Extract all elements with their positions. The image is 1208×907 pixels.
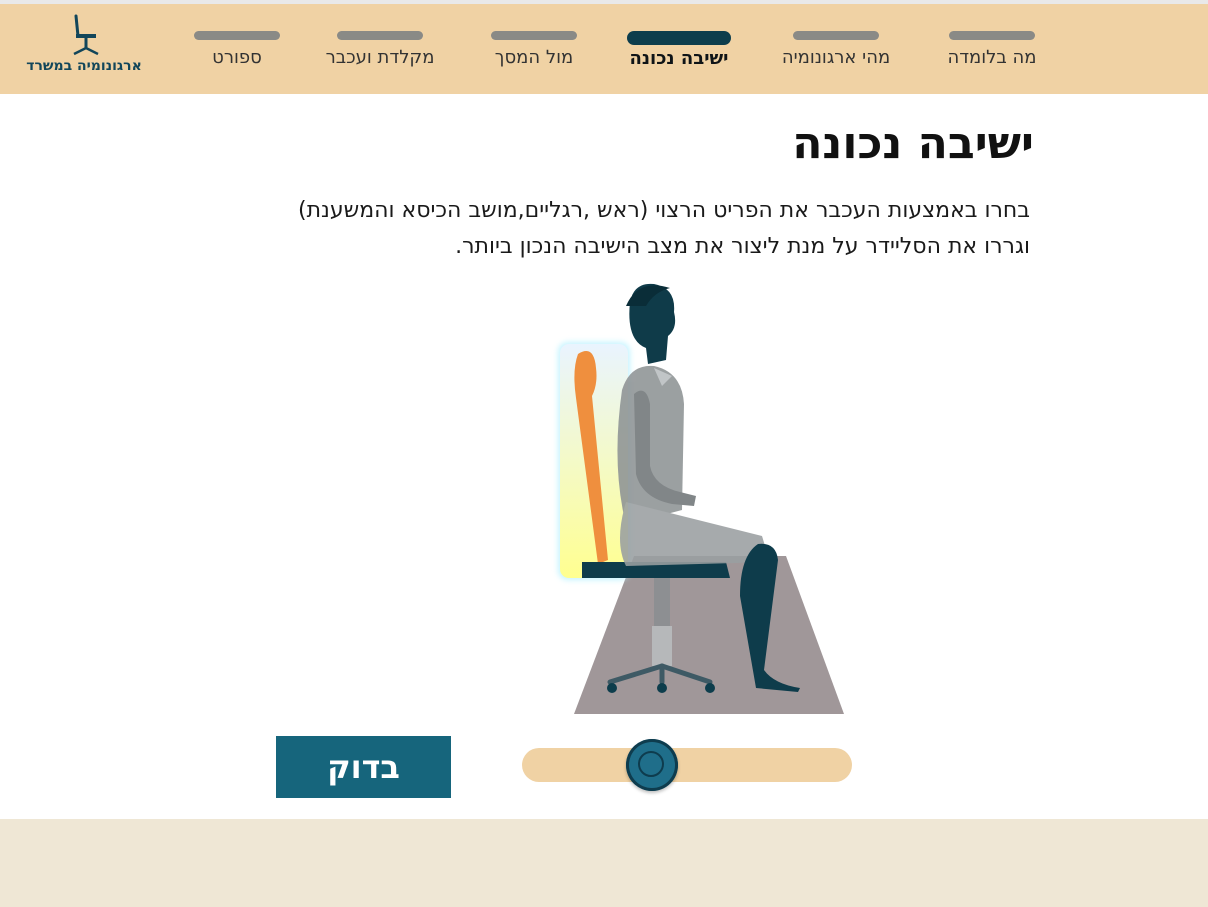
nav-indicator-active: [627, 31, 731, 45]
nav-item-sport[interactable]: ספורט: [192, 4, 282, 94]
page-title: ישיבה נכונה: [792, 118, 1034, 169]
nav-indicator: [793, 31, 879, 40]
check-button[interactable]: בדוק: [276, 736, 451, 798]
instructions: בחרו באמצעות העכבר את הפריט הרצוי (ראש ,…: [150, 193, 1030, 265]
instruction-line-1: בחרו באמצעות העכבר את הפריט הרצוי (ראש ,…: [297, 198, 1030, 223]
footer-bar: [0, 819, 1208, 907]
nav-item-keyboard-mouse[interactable]: מקלדת ועכבר: [318, 4, 442, 94]
office-chair-icon: [73, 14, 99, 56]
nav-label: מהי ארגונומיה: [781, 47, 891, 68]
nav-indicator: [491, 31, 577, 40]
nav-item-facing-screen[interactable]: מול המסך: [484, 4, 584, 94]
person-figure[interactable]: [617, 365, 770, 566]
top-navigation: ארגונומיה במשרד מה בלומדה מהי ארגונומיה …: [0, 4, 1208, 94]
posture-slider[interactable]: [522, 739, 852, 791]
nav-label: ספורט: [212, 47, 262, 68]
nav-indicator: [194, 31, 280, 40]
nav-label: ישיבה נכונה: [629, 48, 729, 69]
logo-label: ארגונומיה במשרד: [26, 58, 142, 74]
nav-label: מה בלומדה: [947, 47, 1037, 68]
nav-indicator: [337, 31, 423, 40]
app-logo[interactable]: ארגונומיה במשרד: [16, 12, 152, 86]
nav-label: מול המסך: [494, 47, 574, 68]
sitting-posture-illustration: [558, 283, 844, 714]
chair-gas-lift: [654, 578, 670, 632]
nav-item-what-is-ergonomics[interactable]: מהי ארגונומיה: [776, 4, 896, 94]
slider-handle[interactable]: [626, 739, 678, 791]
nav-item-course-content[interactable]: מה בלומדה: [938, 4, 1046, 94]
nav-indicator: [949, 31, 1035, 40]
nav-label: מקלדת ועכבר: [325, 47, 435, 68]
nav-item-correct-sitting[interactable]: ישיבה נכונה: [624, 4, 734, 94]
instruction-line-2: וגררו את הסליידר על מנת ליצור את מצב היש…: [455, 234, 1030, 259]
